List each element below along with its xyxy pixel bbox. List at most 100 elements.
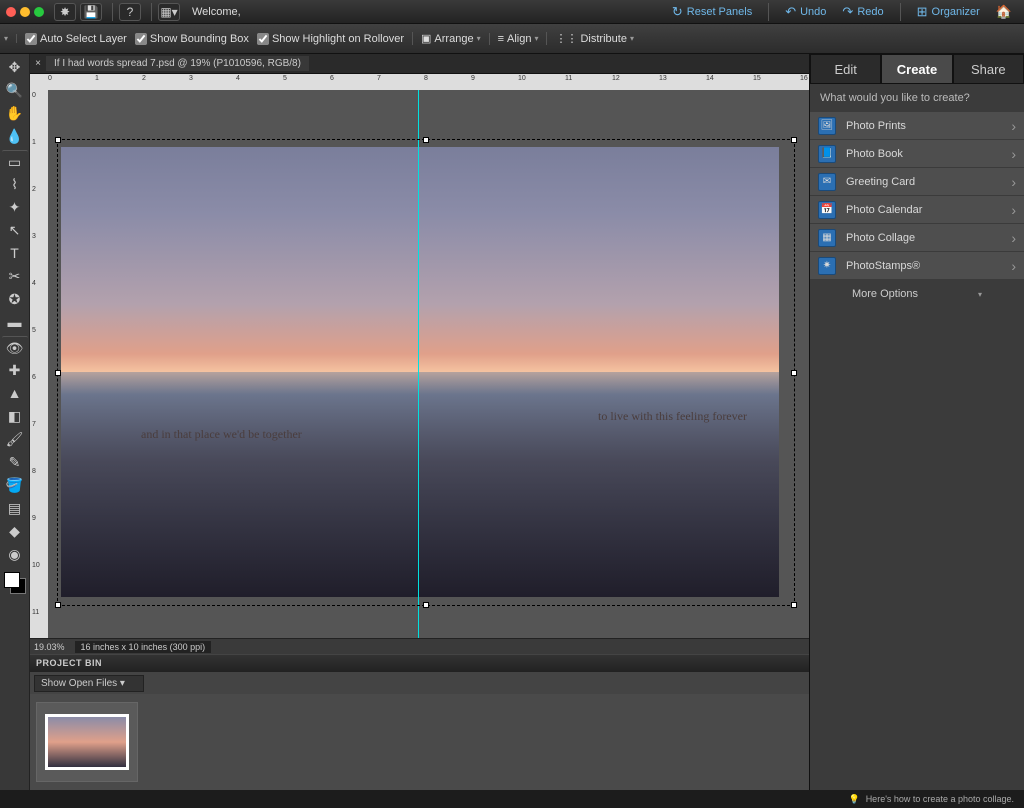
minimize-window-icon[interactable] [20,7,30,17]
reset-panels-button[interactable]: ↻Reset Panels [666,2,758,22]
wand-tool[interactable]: ✦ [2,196,28,218]
smart-brush-tool[interactable]: ✎ [2,451,28,473]
tab-create[interactable]: Create [881,54,952,84]
marquee-tool[interactable]: ▭ [2,150,28,172]
lasso-tool[interactable]: ⌇ [2,173,28,195]
document-tab-bar: × If I had words spread 7.psd @ 19% (P10… [30,54,809,74]
close-window-icon[interactable] [6,7,16,17]
tab-share-label: Share [971,62,1006,77]
close-doc-icon[interactable]: × [30,58,46,69]
handle-bc[interactable] [423,602,429,608]
project-bin-header[interactable]: PROJECT BIN [30,654,809,672]
bucket-tool[interactable]: 🪣 [2,474,28,496]
organizer-button[interactable]: ⊞Organizer [911,2,986,22]
more-options-button[interactable]: More Options▾ [810,280,1024,308]
create-item-label: Photo Calendar [846,204,922,216]
bin-thumbnail[interactable] [36,702,138,782]
align-dropdown[interactable]: ≡Align▾ [489,33,539,45]
arrange-dropdown[interactable]: ▣Arrange▾ [412,32,481,45]
sponge-tool[interactable]: ◉ [2,543,28,565]
straighten-tool[interactable]: ▬ [2,311,28,333]
create-item-icon: ✷ [818,257,836,275]
ruler-h-tick: 16 [800,75,808,82]
distribute-dropdown[interactable]: ⋮⋮Distribute▾ [546,32,633,45]
tab-edit-label: Edit [834,62,856,77]
create-item-photo-collage[interactable]: ▦Photo Collage› [810,224,1024,252]
ruler-v-tick: 5 [32,327,36,334]
brush-tool[interactable]: 🖌 [2,428,28,450]
auto-select-label: Auto Select Layer [40,33,127,45]
project-bin-body [30,694,809,790]
options-menu-icon[interactable]: ▾ [4,34,17,43]
chevron-right-icon: › [1011,258,1016,274]
vertical-guide[interactable] [418,90,419,638]
create-prompt: What would you like to create? [810,84,1024,112]
zoom-tool[interactable]: 🔍 [2,79,28,101]
create-item-label: Greeting Card [846,176,915,188]
handle-mr[interactable] [791,370,797,376]
auto-select-checkbox[interactable]: Auto Select Layer [25,33,127,45]
zoom-window-icon[interactable] [34,7,44,17]
highlight-checkbox[interactable]: Show Highlight on Rollover [257,33,404,45]
gradient-tool[interactable]: ▤ [2,497,28,519]
create-item-photo-prints[interactable]: 🖼Photo Prints› [810,112,1024,140]
undo-icon: ↶ [785,4,796,20]
ruler-h-tick: 3 [189,75,193,82]
handle-tl[interactable] [55,137,61,143]
selection-tool[interactable]: ↖ [2,219,28,241]
chevron-right-icon: › [1011,118,1016,134]
ruler-v-tick: 7 [32,421,36,428]
healing-tool[interactable]: ✚ [2,359,28,381]
status-bar: 19.03% 16 inches x 10 inches (300 ppi) [30,638,809,654]
ruler-h-tick: 4 [236,75,240,82]
help-icon[interactable]: ? [119,3,141,21]
cookie-tool[interactable]: ✪ [2,288,28,310]
handle-bl[interactable] [55,602,61,608]
photo-layer[interactable]: and in that place we'd be together to li… [61,147,779,597]
move-tool[interactable]: ✥ [2,56,28,78]
save-icon[interactable]: 💾 [80,3,102,21]
tab-share[interactable]: Share [953,54,1024,84]
handle-tr[interactable] [791,137,797,143]
type-tool[interactable]: T [2,242,28,264]
redo-icon: ↷ [842,4,853,20]
document-tab[interactable]: If I had words spread 7.psd @ 19% (P1010… [46,56,309,71]
home-button[interactable]: 🏠 [990,2,1018,22]
eyedropper-tool[interactable]: 💧 [2,125,28,147]
home-icon: 🏠 [996,4,1012,20]
ruler-h-tick: 0 [48,75,52,82]
ruler-v-tick: 1 [32,139,36,146]
footer-tip: Here's how to create a photo collage. [866,794,1014,804]
eraser-tool[interactable]: ◧ [2,405,28,427]
handle-br[interactable] [791,602,797,608]
organizer-icon: ⊞ [917,4,928,20]
canvas-wrap: 0123456789101112 01234567891011121314151… [30,74,809,638]
bin-filter-dropdown[interactable]: Show Open Files ▾ [34,675,144,692]
new-file-icon[interactable]: ✸ [54,3,76,21]
crop-tool[interactable]: ✂ [2,265,28,287]
chevron-right-icon: › [1011,146,1016,162]
ruler-h-tick: 10 [518,75,526,82]
shape-tool[interactable]: ◆ [2,520,28,542]
handle-tc[interactable] [423,137,429,143]
create-item-photo-calendar[interactable]: 📅Photo Calendar› [810,196,1024,224]
ruler-v-tick: 6 [32,374,36,381]
layout-icon[interactable]: ▦▾ [158,3,180,21]
create-item-photostamps-[interactable]: ✷PhotoStamps®› [810,252,1024,280]
redeye-tool[interactable]: 👁 [2,336,28,358]
redo-button[interactable]: ↷Redo [836,2,889,22]
undo-button[interactable]: ↶Undo [779,2,832,22]
clone-tool[interactable]: ▲ [2,382,28,404]
create-item-photo-book[interactable]: 📘Photo Book› [810,140,1024,168]
create-item-greeting-card[interactable]: ✉Greeting Card› [810,168,1024,196]
arrange-label: Arrange [434,33,473,45]
traffic-lights[interactable] [6,7,44,17]
tab-edit[interactable]: Edit [810,54,881,84]
ruler-h-tick: 12 [612,75,620,82]
foreground-color-swatch[interactable] [4,572,20,588]
zoom-readout[interactable]: 19.03% [34,642,65,652]
bounding-box-checkbox[interactable]: Show Bounding Box [135,33,249,45]
canvas[interactable]: and in that place we'd be together to li… [48,90,809,638]
hand-tool[interactable]: ✋ [2,102,28,124]
color-swatches[interactable] [4,572,26,594]
